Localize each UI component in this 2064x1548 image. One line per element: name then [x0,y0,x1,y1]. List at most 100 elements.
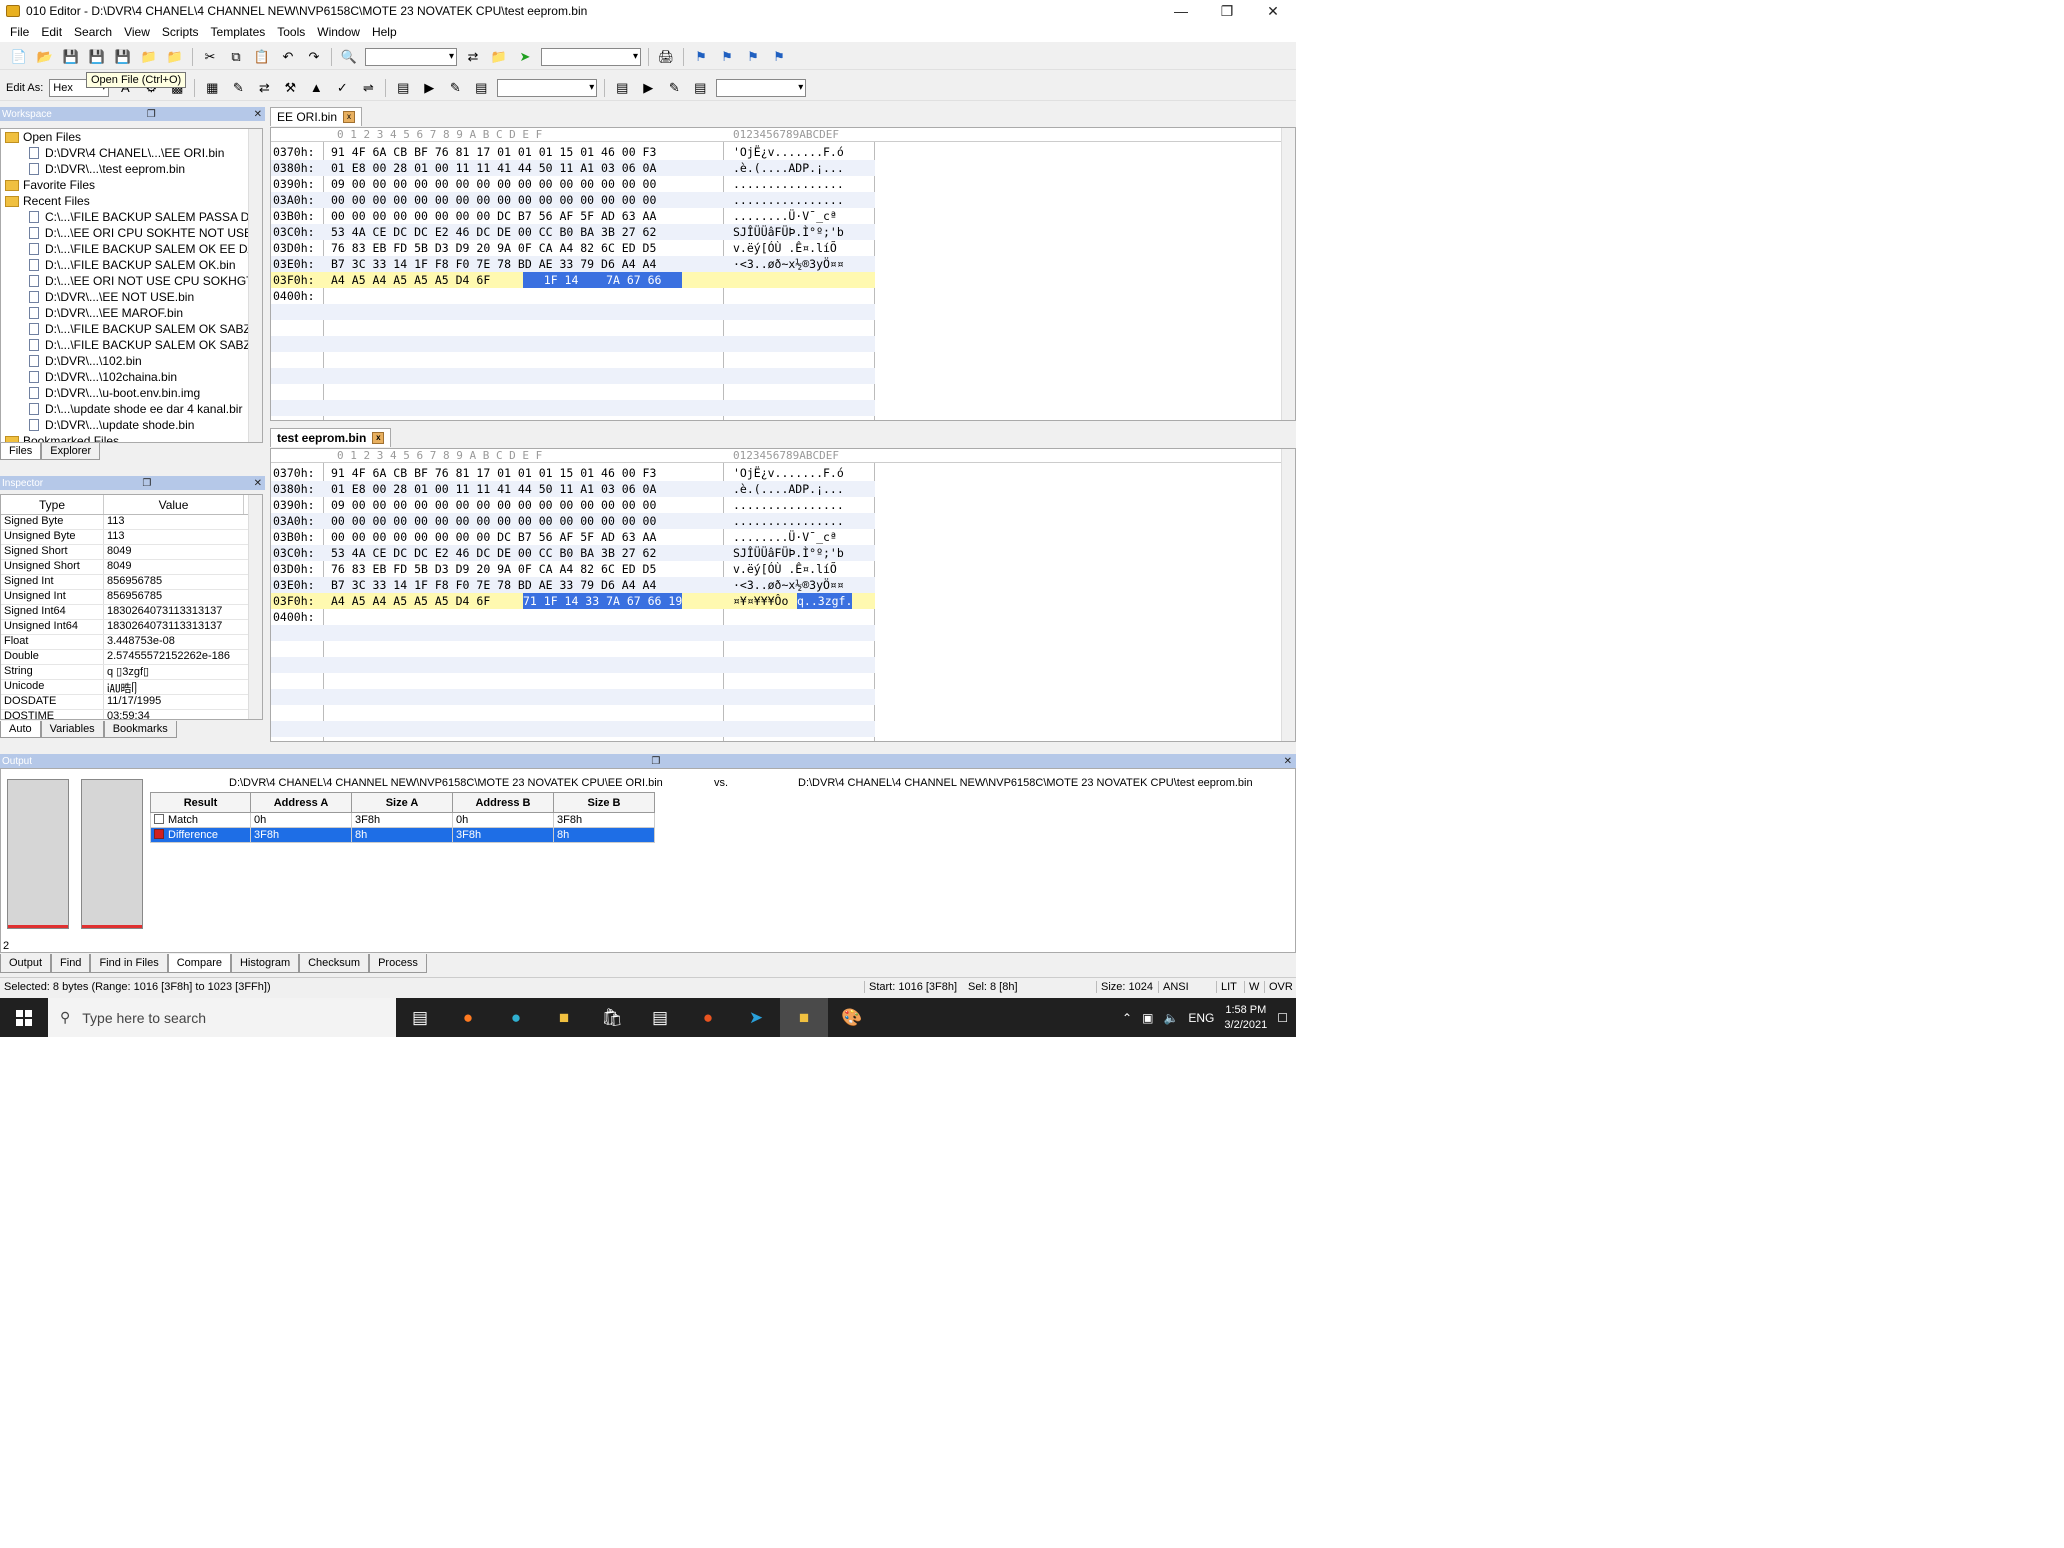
tab-output[interactable]: Output [0,954,52,973]
video-icon[interactable]: ▤ [636,998,684,1037]
recent-files-folder[interactable]: Recent Files [1,193,262,209]
tab-variables[interactable]: Variables [40,721,104,738]
template-combo[interactable] [497,78,598,97]
minimize-button[interactable]: — [1158,0,1204,22]
file-b-overview-bar[interactable] [81,779,143,929]
recent-file-item[interactable]: C:\...\FILE BACKUP SALEM PASSA DA [1,209,262,225]
menu-edit[interactable]: Edit [35,25,68,39]
recent-file-item[interactable]: D:\...\FILE BACKUP SALEM OK EE DAI [1,241,262,257]
editor1-hex-view[interactable]: 0 1 2 3 4 5 6 7 8 9 A B C D E F 01234567… [270,127,1296,421]
menu-search[interactable]: Search [68,25,118,39]
status-lit[interactable]: LIT [1216,981,1237,993]
col-type[interactable]: Type [1,495,104,514]
close-panel-icon[interactable]: ✕ [251,109,265,120]
open-files-folder[interactable]: Open Files [1,129,262,145]
inspector-row[interactable]: Unsigned Int 856956785 [1,590,262,605]
edit-script-icon[interactable]: ✎ [664,78,684,98]
col-value[interactable]: Value [104,495,244,514]
tab-auto[interactable]: Auto [0,721,41,738]
tab-find[interactable]: Find [51,954,91,973]
firefox-icon[interactable]: ● [444,998,492,1037]
editor2-tab[interactable]: test eeprom.bin x [270,427,392,447]
table-row[interactable]: Match 0h 3F8h 0h 3F8h [150,812,655,828]
replace-icon[interactable]: ⇄ [463,47,483,67]
inspector-row[interactable]: Unsigned Int64 1830264073113313137 [1,620,262,635]
table-row-selected[interactable]: Difference 3F8h 8h 3F8h 8h [150,827,655,843]
restore-button[interactable]: ❐ [1204,0,1250,22]
ubuntu-icon[interactable]: ● [684,998,732,1037]
inspector-icon[interactable]: ✎ [228,78,248,98]
histogram-icon[interactable]: ▲ [306,78,326,98]
recent-file-item[interactable]: D:\DVR\...\EE MAROF.bin [1,305,262,321]
recent-file-item[interactable]: D:\...\FILE BACKUP SALEM OK.bin [1,257,262,273]
menu-scripts[interactable]: Scripts [156,25,205,39]
tab-bookmarks[interactable]: Bookmarks [103,721,177,738]
close-tab-icon[interactable]: x [372,431,385,444]
undo-icon[interactable]: ↶ [278,47,298,67]
tab-histogram[interactable]: Histogram [230,954,300,973]
recent-file-item[interactable]: D:\DVR\...\update shode.bin [1,417,262,433]
bookmark-next-icon[interactable]: ⚑ [717,47,737,67]
bookmark-icon[interactable]: ⚑ [691,47,711,67]
tab-files[interactable]: Files [0,443,42,460]
notification-icon[interactable]: ☐ [1277,1011,1288,1025]
goto-combo[interactable] [541,47,641,66]
find-icon[interactable]: 🔍 [339,47,359,67]
redo-icon[interactable]: ↷ [304,47,324,67]
swap-icon[interactable]: ⇄ [254,78,274,98]
editor2-scrollbar[interactable] [1281,449,1295,741]
tab-find-in-files[interactable]: Find in Files [90,954,168,973]
float-icon[interactable]: ❐ [139,478,154,489]
float-icon[interactable]: ❐ [647,756,664,767]
col-address-b[interactable]: Address B [452,792,554,813]
status-encoding[interactable]: ANSI [1158,981,1189,993]
network-icon[interactable]: ▣ [1142,1011,1153,1025]
tab-process[interactable]: Process [369,954,427,973]
menu-tools[interactable]: Tools [271,25,311,39]
windows-start-icon[interactable] [0,998,48,1037]
inspector-row[interactable]: Unsigned Short 8049 [1,560,262,575]
menu-view[interactable]: View [118,25,156,39]
script-output-icon[interactable]: ▤ [690,78,710,98]
float-icon[interactable]: ❐ [144,109,159,120]
find-in-files-icon[interactable]: 📁 [489,47,509,67]
close-panel-icon[interactable]: ✕ [1280,756,1296,767]
chevron-up-icon[interactable]: ⌃ [1122,1011,1132,1025]
clock[interactable]: 1:58 PM 3/2/2021 [1224,1003,1267,1033]
inspector-scrollbar[interactable] [248,495,262,719]
save-all-icon[interactable]: 💾 [113,47,133,67]
inspector-row[interactable]: Signed Int64 1830264073113313137 [1,605,262,620]
edge-icon[interactable]: ● [492,998,540,1037]
task-view-icon[interactable]: ▤ [396,998,444,1037]
status-w[interactable]: W [1244,981,1259,993]
menu-templates[interactable]: Templates [205,25,272,39]
menu-help[interactable]: Help [366,25,403,39]
telegram-icon[interactable]: ➤ [732,998,780,1037]
recent-file-item[interactable]: D:\DVR\...\102chaina.bin [1,369,262,385]
tab-checksum[interactable]: Checksum [299,954,370,973]
inspector-row[interactable]: DOSDATE 11/17/1995 [1,695,262,710]
save-icon[interactable]: 💾 [61,47,81,67]
inspector-row[interactable]: Signed Byte 113 [1,515,262,530]
close-file-icon[interactable]: 📁 [165,47,185,67]
inspector-row[interactable]: Float 3.448753e-08 [1,635,262,650]
inspector-row[interactable]: String q ▯3zgf▯ [1,665,262,680]
status-ovr[interactable]: OVR [1264,981,1293,993]
recent-file-item[interactable]: D:\...\EE ORI CPU SOKHTE NOT USE.b [1,225,262,241]
compare-icon[interactable]: ⇌ [358,78,378,98]
cut-icon[interactable]: ✂ [200,47,220,67]
favorite-files-folder[interactable]: Favorite Files [1,177,262,193]
inspector-row[interactable]: Signed Int 856956785 [1,575,262,590]
run-template-icon[interactable]: ▶ [419,78,439,98]
open-folder-icon[interactable]: 📁 [139,47,159,67]
find-combo[interactable] [365,47,457,66]
language-indicator[interactable]: ENG [1188,1011,1214,1025]
goto-icon[interactable]: ➤ [515,47,535,67]
inspector-row[interactable]: Double 2.57455572152262e-186 [1,650,262,665]
volume-icon[interactable]: 🔈 [1163,1011,1178,1025]
bookmarked-files-folder[interactable]: Bookmarked Files [1,433,262,442]
inspector-row[interactable]: Unicode ἱ㍳晧ᥦ [1,680,262,695]
paste-icon[interactable]: 📋 [252,47,272,67]
copy-icon[interactable]: ⧉ [226,47,246,67]
col-result[interactable]: Result [150,792,251,813]
